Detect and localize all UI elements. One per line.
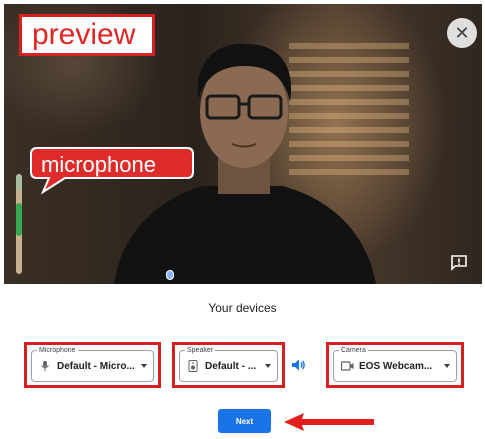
camera-preview: preview microphone ✕ bbox=[4, 4, 482, 284]
cursor-indicator bbox=[166, 270, 174, 280]
camera-icon bbox=[340, 359, 354, 373]
speaker-value: Default - ... bbox=[205, 360, 257, 372]
microphone-level-meter bbox=[16, 174, 22, 274]
level-cap bbox=[16, 174, 22, 190]
chevron-down-icon bbox=[141, 364, 147, 368]
chevron-down-icon bbox=[265, 364, 271, 368]
microphone-legend: Microphone bbox=[37, 347, 78, 355]
speaker-legend: Speaker bbox=[185, 347, 216, 355]
microphone-icon bbox=[38, 359, 52, 373]
level-fill bbox=[16, 202, 22, 236]
microphone-annotation-label: microphone bbox=[41, 152, 156, 177]
close-button[interactable]: ✕ bbox=[447, 18, 477, 48]
next-button[interactable]: Next bbox=[218, 409, 271, 433]
close-icon: ✕ bbox=[454, 23, 470, 43]
camera-value: EOS Webcam... bbox=[359, 360, 433, 372]
speaker-test-icon[interactable] bbox=[290, 357, 306, 373]
red-arrow-annotation bbox=[284, 413, 374, 431]
camera-annotation-box: EOS Webcam... Camera bbox=[326, 342, 464, 388]
camera-legend: Camera bbox=[339, 347, 368, 355]
devices-title: Your devices bbox=[208, 301, 277, 315]
chevron-down-icon bbox=[444, 364, 450, 368]
microphone-annotation-box: Default - Micro... Microphone bbox=[24, 342, 161, 388]
speaker-icon bbox=[186, 359, 200, 373]
microphone-annotation-callout: microphone bbox=[27, 146, 197, 196]
microphone-value: Default - Micro... bbox=[57, 360, 135, 372]
feedback-icon[interactable] bbox=[450, 254, 468, 272]
preview-annotation-label: preview bbox=[19, 14, 155, 56]
speaker-annotation-box: Default - ... Speaker bbox=[172, 342, 285, 388]
